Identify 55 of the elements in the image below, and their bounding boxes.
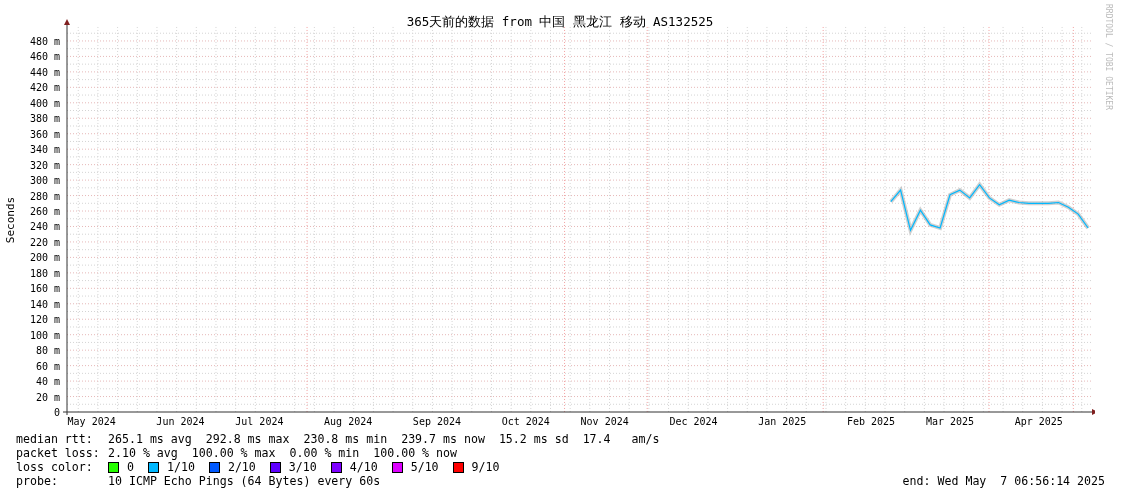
x-tick-label: Mar 2025 bbox=[925, 416, 975, 427]
loss-color-label: 1/10 bbox=[167, 460, 195, 474]
y-tick-label: 200 m bbox=[29, 252, 60, 264]
loss-color-label: 9/10 bbox=[471, 460, 500, 474]
x-tick-label: Aug 2024 bbox=[324, 416, 373, 427]
x-tick-label: Feb 2025 bbox=[846, 416, 896, 427]
y-tick-label: 360 m bbox=[29, 128, 60, 140]
watermark-credit: RRDTOOL / TOBI OETIKER bbox=[1103, 4, 1113, 110]
x-tick-label: Apr 2025 bbox=[1014, 416, 1063, 427]
y-tick-label: 100 m bbox=[29, 329, 60, 341]
y-tick-label: 80 m bbox=[35, 345, 60, 357]
y-tick-label: 180 m bbox=[29, 267, 60, 279]
y-tick-label: 420 m bbox=[29, 82, 60, 94]
y-tick-label: 140 m bbox=[29, 298, 60, 310]
y-tick-label: 460 m bbox=[29, 51, 60, 63]
x-tick-label: Dec 2024 bbox=[669, 416, 718, 427]
x-tick-label: Jan 2025 bbox=[758, 416, 807, 427]
x-tick-label: Jul 2024 bbox=[235, 416, 284, 427]
y-tick-label: 120 m bbox=[29, 314, 60, 326]
legend-stats: 265.1 ms avg 292.8 ms max 230.8 ms min 239.7 ms now 15.2 ms sd 17.4 am/s bbox=[108, 432, 660, 446]
y-tick-label: 40 m bbox=[35, 376, 60, 388]
legend-label: probe: bbox=[16, 474, 59, 488]
y-tick-label: 480 m bbox=[29, 35, 60, 47]
x-tick-label: Oct 2024 bbox=[501, 416, 550, 427]
y-tick-label: 260 m bbox=[29, 206, 60, 217]
loss-color-label: 4/10 bbox=[349, 460, 378, 474]
y-tick-label: 240 m bbox=[29, 221, 60, 233]
legend-label: packet loss: bbox=[16, 446, 101, 460]
y-tick-label: 280 m bbox=[29, 190, 60, 202]
legend-label: loss color: bbox=[16, 460, 94, 474]
x-tick-label: Nov 2024 bbox=[580, 416, 629, 427]
probe-text: 10 ICMP Echo Pings (64 Bytes) every 60s bbox=[108, 474, 381, 488]
y-tick-label: 380 m bbox=[29, 113, 60, 125]
loss-color-label: 5/10 bbox=[410, 460, 439, 474]
y-tick-label: 160 m bbox=[29, 283, 60, 295]
y-tick-label: 320 m bbox=[29, 159, 60, 171]
y-tick-label: 400 m bbox=[29, 97, 60, 109]
y-tick-label: 300 m bbox=[29, 175, 60, 187]
x-tick-label: May 2024 bbox=[67, 416, 116, 427]
end-time: end: Wed May 7 06:56:14 2025 bbox=[902, 474, 1105, 488]
legend-label: median rtt: bbox=[16, 432, 94, 446]
loss-color-label: 3/10 bbox=[288, 460, 317, 474]
y-tick-label: 440 m bbox=[29, 66, 60, 78]
legend-stats: 2.10 % avg 100.00 % max 0.00 % min 100.00 % now bbox=[108, 446, 457, 460]
x-tick-label: Jun 2024 bbox=[156, 416, 205, 427]
y-axis-label: Seconds bbox=[4, 196, 17, 244]
x-tick-label: Sep 2024 bbox=[412, 416, 462, 427]
y-tick-label: 60 m bbox=[35, 360, 60, 372]
y-tick-label: 20 m bbox=[35, 391, 60, 403]
y-tick-label: 220 m bbox=[29, 236, 60, 248]
y-tick-label: 340 m bbox=[29, 144, 60, 156]
y-tick-label: 0 bbox=[53, 407, 60, 418]
loss-color-label: 0 bbox=[127, 460, 134, 474]
chart-title: 365天前的数据 from 中国 黑龙江 移动 AS132525 bbox=[406, 14, 714, 29]
loss-color-label: 2/10 bbox=[227, 460, 256, 474]
